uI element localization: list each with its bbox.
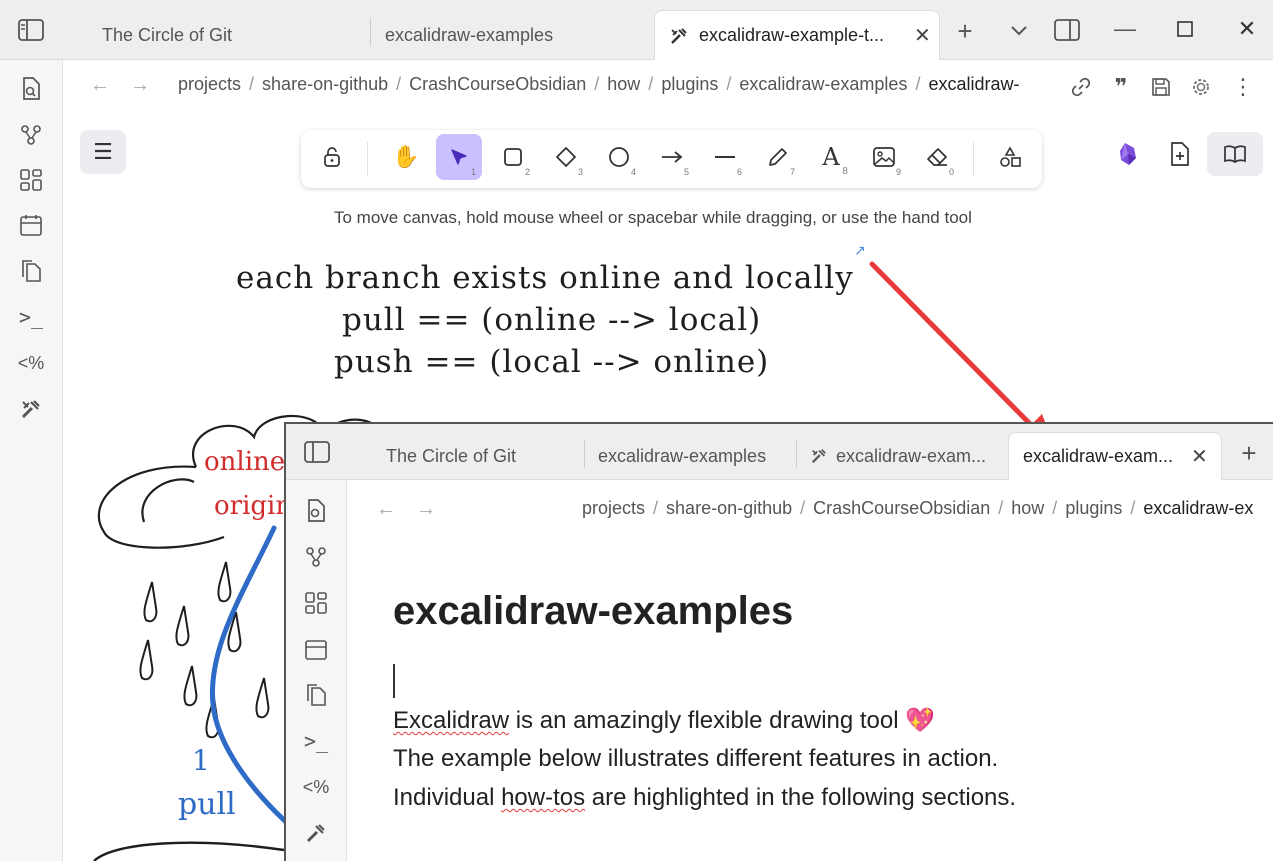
tab-excalidraw-exam[interactable]: excalidraw-exam... bbox=[796, 432, 1006, 480]
tab-label: The Circle of Git bbox=[102, 24, 233, 45]
body-text: Individual bbox=[393, 784, 502, 811]
tab-label: excalidraw-exam... bbox=[1023, 446, 1174, 466]
body-line[interactable]: The example below illustrates different … bbox=[393, 745, 998, 773]
embedded-screenshot-window: The Circle of Git excalidraw-examples ex… bbox=[284, 422, 1273, 861]
new-tab-icon[interactable]: + bbox=[950, 16, 980, 46]
graph-icon[interactable] bbox=[301, 542, 331, 572]
search-file-icon[interactable] bbox=[301, 496, 331, 526]
tab-circle-of-git[interactable]: The Circle of Git bbox=[372, 432, 582, 480]
close-tab-icon[interactable]: ✕ bbox=[914, 23, 931, 48]
templater-icon[interactable]: <% bbox=[16, 348, 46, 378]
calendar-icon[interactable] bbox=[301, 634, 331, 664]
tab-excalidraw-examples[interactable]: excalidraw-examples bbox=[370, 10, 650, 60]
link-icon[interactable] bbox=[1068, 74, 1094, 100]
minimize-icon[interactable]: — bbox=[1110, 14, 1140, 44]
excalidraw-icon bbox=[810, 447, 828, 465]
excalidraw-ribbon-icon[interactable] bbox=[16, 394, 46, 424]
save-icon[interactable] bbox=[1148, 74, 1174, 100]
tab-circle-of-git[interactable]: The Circle of Git bbox=[86, 10, 366, 60]
breadcrumb-item[interactable]: projects bbox=[178, 74, 241, 94]
pull-label: pull bbox=[178, 787, 236, 822]
sidebar-toggle-icon[interactable] bbox=[14, 16, 48, 44]
graph-icon[interactable] bbox=[16, 120, 46, 150]
tab-excalidraw-example-active[interactable]: excalidraw-example-t... ✕ bbox=[654, 10, 940, 60]
misspelled-word[interactable]: how-tos bbox=[501, 784, 585, 811]
right-sidebar-toggle-icon[interactable] bbox=[1050, 16, 1084, 44]
note-title: excalidraw-examples bbox=[393, 589, 794, 633]
new-tab-icon[interactable]: + bbox=[1234, 438, 1264, 468]
copy-files-icon[interactable] bbox=[16, 256, 46, 286]
pull-number-label: 1 bbox=[192, 744, 210, 777]
local-ellipse-shape bbox=[93, 841, 285, 861]
inner-left-ribbon: >_ <% bbox=[286, 480, 347, 861]
breadcrumb-item[interactable]: plugins bbox=[1065, 498, 1122, 518]
text-cursor bbox=[393, 664, 395, 698]
breadcrumb-item[interactable]: plugins bbox=[661, 74, 718, 94]
cloud-label-online: online bbox=[204, 447, 285, 477]
excalidraw-ribbon-icon[interactable] bbox=[301, 818, 331, 848]
tab-label: excalidraw-exam... bbox=[836, 445, 987, 466]
tab-label: The Circle of Git bbox=[386, 445, 517, 466]
left-ribbon: >_ <% bbox=[0, 60, 63, 861]
body-text: is an amazingly flexible drawing tool 💖 bbox=[509, 707, 936, 734]
close-window-icon[interactable]: ✕ bbox=[1232, 14, 1262, 44]
inner-tab-bar: The Circle of Git excalidraw-examples ex… bbox=[286, 424, 1273, 480]
forward-arrow-icon[interactable]: → bbox=[130, 74, 150, 97]
body-text: are highlighted in the following section… bbox=[585, 784, 1017, 811]
breadcrumb: projects / share-on-github / CrashCourseObsi… bbox=[582, 498, 1254, 518]
nav-header: ← → projects / share-on-github / CrashCourse… bbox=[64, 60, 1273, 112]
tab-list-chevron-icon[interactable] bbox=[1004, 18, 1034, 44]
quote-icon[interactable]: ❞ bbox=[1108, 74, 1134, 100]
cloud-label-origin: origin bbox=[214, 491, 292, 521]
breadcrumb: projects / share-on-github / CrashCourseObsi… bbox=[178, 74, 1020, 94]
breadcrumb-current: excalidraw-ex bbox=[1143, 498, 1254, 518]
terminal-icon[interactable]: >_ bbox=[16, 302, 46, 332]
terminal-icon[interactable]: >_ bbox=[301, 726, 331, 756]
sidebar-toggle-icon[interactable] bbox=[300, 438, 334, 466]
tab-excalidraw-examples[interactable]: excalidraw-examples bbox=[584, 432, 794, 480]
settings-gear-icon[interactable] bbox=[1188, 74, 1214, 100]
tab-label: excalidraw-examples bbox=[598, 445, 767, 466]
dashboard-icon[interactable] bbox=[16, 165, 46, 195]
tab-label: excalidraw-examples bbox=[385, 24, 554, 45]
tab-label: excalidraw-example-t... bbox=[699, 25, 885, 45]
search-file-icon[interactable] bbox=[16, 74, 46, 104]
close-tab-icon[interactable]: ✕ bbox=[1191, 444, 1208, 469]
misspelled-word[interactable]: Excalidraw bbox=[393, 707, 509, 734]
breadcrumb-current: excalidraw- bbox=[928, 74, 1020, 94]
breadcrumb-item[interactable]: CrashCourseObsidian bbox=[409, 74, 586, 94]
breadcrumb-item[interactable]: share-on-github bbox=[666, 498, 792, 518]
rain-drops bbox=[139, 561, 270, 739]
back-arrow-icon[interactable]: ← bbox=[90, 74, 110, 97]
templater-icon[interactable]: <% bbox=[301, 772, 331, 802]
breadcrumb-item[interactable]: how bbox=[607, 74, 640, 94]
tab-excalidraw-exam-active[interactable]: excalidraw-exam... ✕ bbox=[1008, 432, 1222, 480]
body-line[interactable]: Excalidraw is an amazingly flexible draw… bbox=[393, 706, 935, 735]
copy-files-icon[interactable] bbox=[301, 680, 331, 710]
more-options-icon[interactable]: ⋮ bbox=[1230, 74, 1256, 100]
breadcrumb-item[interactable]: share-on-github bbox=[262, 74, 388, 94]
body-line[interactable]: Individual how-tos are highlighted in th… bbox=[393, 784, 1016, 812]
dashboard-icon[interactable] bbox=[301, 588, 331, 618]
breadcrumb-item[interactable]: CrashCourseObsidian bbox=[813, 498, 990, 518]
forward-arrow-icon[interactable]: → bbox=[416, 498, 436, 521]
breadcrumb-item[interactable]: projects bbox=[582, 498, 645, 518]
breadcrumb-item[interactable]: excalidraw-examples bbox=[739, 74, 907, 94]
excalidraw-icon bbox=[669, 26, 689, 46]
back-arrow-icon[interactable]: ← bbox=[376, 498, 396, 521]
calendar-icon[interactable] bbox=[16, 210, 46, 240]
tab-bar: The Circle of Git excalidraw-examples ex… bbox=[0, 0, 1273, 60]
body-text: The example below illustrates different … bbox=[393, 745, 999, 772]
maximize-icon[interactable] bbox=[1170, 14, 1200, 44]
breadcrumb-item[interactable]: how bbox=[1011, 498, 1044, 518]
